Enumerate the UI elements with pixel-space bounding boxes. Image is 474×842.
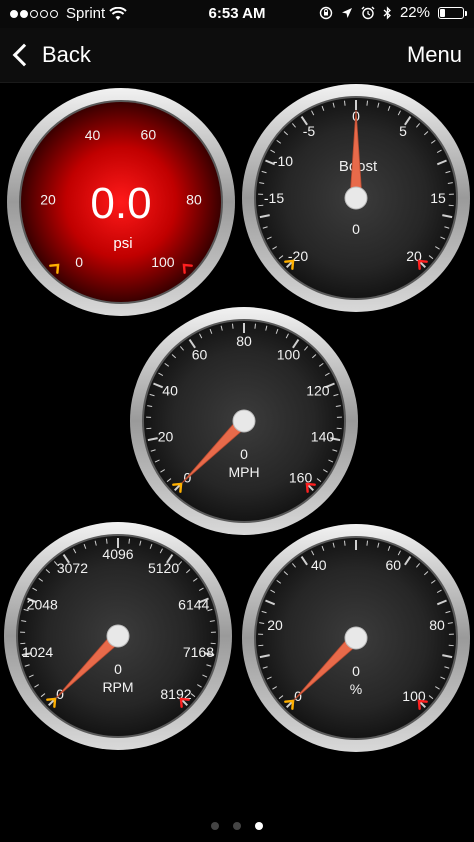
percent-readout: 0 xyxy=(352,663,360,679)
speed-unit: MPH xyxy=(228,464,259,480)
tick-mark xyxy=(254,323,257,329)
page-dot[interactable] xyxy=(233,822,241,830)
tick-label: 100 xyxy=(277,346,301,362)
orientation-lock-icon xyxy=(319,6,333,19)
tick-mark xyxy=(231,323,234,329)
battery-level xyxy=(440,8,445,17)
boost-readout: 0 xyxy=(352,221,360,237)
rpm-needle-hub xyxy=(106,624,130,648)
speed-needle-hub xyxy=(232,409,256,433)
tick-label: -15 xyxy=(264,190,284,206)
rpm-gauge[interactable]: 0102420483072409651206144716881920RPM xyxy=(2,520,234,752)
percent-unit: % xyxy=(350,681,362,697)
tick-label: 80 xyxy=(429,617,445,633)
tick-mark xyxy=(343,540,346,546)
back-label: Back xyxy=(42,42,91,67)
tick-label: 140 xyxy=(311,429,335,445)
pressure-gauge-dial: 0 20 40 60 80 100 0.0 psi xyxy=(7,88,235,316)
boost-needle-hub xyxy=(344,186,368,210)
tick-label: 6144 xyxy=(178,597,209,613)
tick-label: 20 xyxy=(158,429,174,445)
page-dot[interactable] xyxy=(255,822,263,830)
battery-icon xyxy=(438,6,467,19)
chevron-left-icon xyxy=(12,43,36,67)
menu-button[interactable]: Menu xyxy=(407,42,462,68)
tick-label: 40 xyxy=(85,127,101,143)
tick-mark xyxy=(343,100,346,106)
pressure-value: 0.0 xyxy=(90,179,151,228)
tick-label: 15 xyxy=(430,190,446,206)
tick-label: 1024 xyxy=(22,644,53,660)
boost-gauge-dial: -20-15-10-5051520Boost0 xyxy=(242,84,470,312)
page-dot[interactable] xyxy=(211,822,219,830)
tick-label: 0 xyxy=(75,254,83,270)
pressure-gauge[interactable]: 0 20 40 60 80 100 0.0 psi xyxy=(5,86,237,318)
tick-label: 20 xyxy=(40,191,56,207)
tick-mark xyxy=(366,540,369,546)
tick-label: 40 xyxy=(311,557,327,573)
tick-label: 80 xyxy=(186,191,202,207)
status-right: 22% xyxy=(319,4,467,21)
battery-percent: 22% xyxy=(399,4,430,21)
back-button[interactable]: Back xyxy=(10,38,91,72)
speed-readout: 0 xyxy=(240,446,248,462)
rpm-gauge-dial: 0102420483072409651206144716881920RPM xyxy=(4,522,232,750)
percent-needle-hub xyxy=(344,626,368,650)
speed-gauge[interactable]: 0204060801001201401600MPH xyxy=(128,305,360,537)
tick-label: 60 xyxy=(385,557,401,573)
bluetooth-icon xyxy=(383,5,391,20)
page-indicator xyxy=(0,822,474,830)
tick-label: 20 xyxy=(267,617,283,633)
nav-bar: Back Menu xyxy=(0,28,474,83)
tick-label: -10 xyxy=(273,153,293,169)
tick-mark xyxy=(105,538,108,544)
tick-label: 120 xyxy=(306,382,330,398)
tick-mark xyxy=(128,538,131,544)
rpm-unit: RPM xyxy=(102,679,133,695)
tick-label: 5 xyxy=(399,123,407,139)
percent-gauge-dial: 0204060801000% xyxy=(242,524,470,752)
tick-label: 7168 xyxy=(183,644,214,660)
status-bar: Sprint 6:53 AM 22% xyxy=(0,0,474,28)
pressure-unit: psi xyxy=(113,235,132,252)
speed-gauge-dial: 0204060801001201401600MPH xyxy=(130,307,358,535)
boost-gauge[interactable]: -20-15-10-5051520Boost0 xyxy=(240,82,472,314)
rpm-readout: 0 xyxy=(114,661,122,677)
tick-label: 60 xyxy=(141,126,157,142)
tick-label: 40 xyxy=(162,382,178,398)
tick-label: 2048 xyxy=(27,597,58,613)
tick-label: 5120 xyxy=(148,560,179,576)
tick-label: 100 xyxy=(151,254,175,270)
tick-label: 60 xyxy=(192,346,208,362)
location-icon xyxy=(341,7,352,18)
tick-label: 80 xyxy=(236,333,252,349)
tick-mark xyxy=(366,100,369,106)
alarm-icon xyxy=(361,6,375,19)
tick-label: 4096 xyxy=(102,546,133,562)
tick-label: -5 xyxy=(303,123,316,139)
percent-gauge[interactable]: 0204060801000% xyxy=(240,522,472,754)
tick-label: 3072 xyxy=(57,560,88,576)
